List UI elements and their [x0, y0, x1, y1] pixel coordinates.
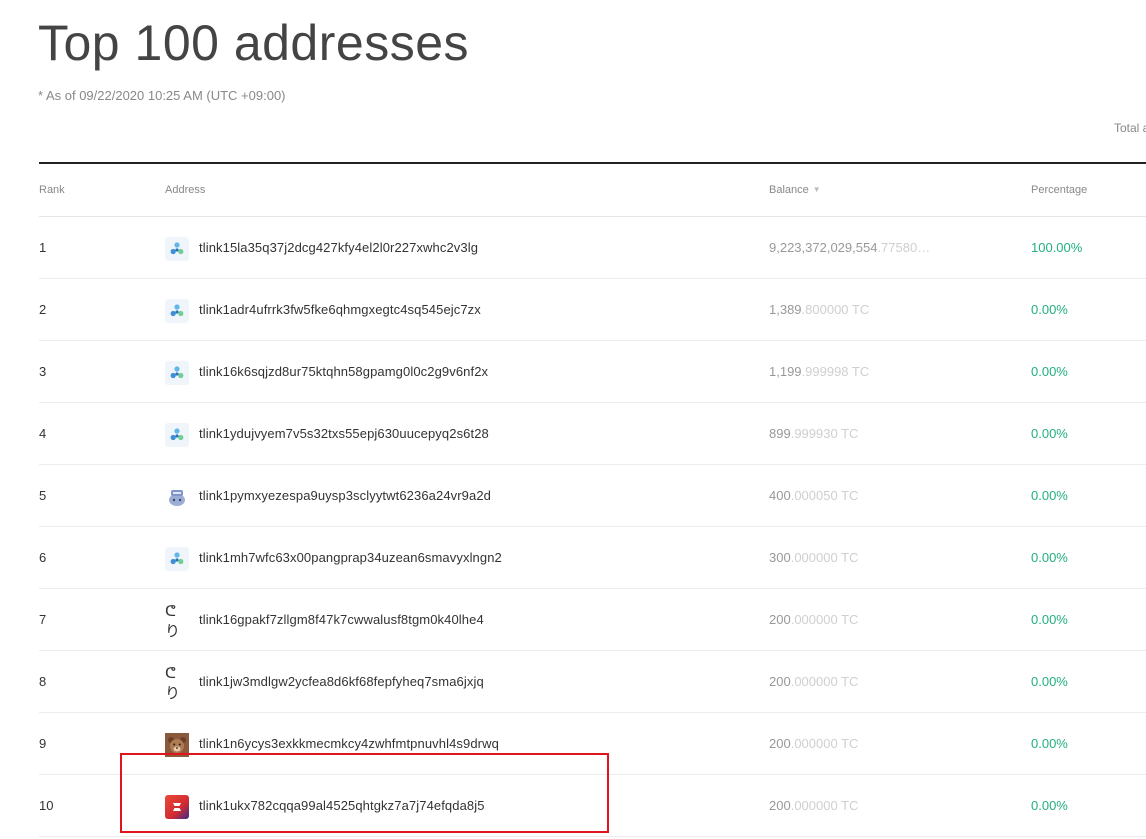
- balance-integer: 899: [769, 426, 791, 441]
- percentage-cell: 0.00%: [1031, 798, 1068, 813]
- rank-cell: 3: [39, 364, 47, 379]
- address-link[interactable]: tlink1pymxyezespa9uysp3sclyytwt6236a24vr…: [199, 488, 491, 503]
- percentage-cell: 0.00%: [1031, 426, 1068, 441]
- address-link[interactable]: tlink16gpakf7zllgm8f47k7cwwalusf8tgm0k40…: [199, 612, 484, 627]
- table-row[interactable]: 7 ᕦり tlink16gpakf7zllgm8f47k7cwwalusf8tgm0…: [39, 589, 1146, 651]
- balance-fraction: .800000 TC: [801, 302, 870, 317]
- address-link[interactable]: tlink15la35q37j2dcg427kfy4el2l0r227xwhc2…: [199, 240, 478, 255]
- balance-integer: 200: [769, 798, 791, 813]
- balance-integer: 9,223,372,029,554: [769, 240, 878, 255]
- balance-integer: 300: [769, 550, 791, 565]
- header-percentage: Percentage: [1031, 184, 1088, 196]
- as-of-timestamp: * As of 09/22/2020 10:25 AM (UTC +09:00): [38, 88, 286, 103]
- script-logo-icon: ᕦり: [165, 663, 181, 702]
- balance-fraction: .999930 TC: [790, 426, 859, 441]
- balance-cell: 9,223,372,029,554.77580…: [769, 240, 930, 255]
- molecule-icon: [165, 423, 189, 447]
- sort-down-icon[interactable]: ▼: [813, 185, 821, 194]
- address-link[interactable]: tlink1adr4ufrrk3fw5fke6qhmgxegtc4sq545ej…: [199, 302, 481, 317]
- rank-cell: 7: [39, 612, 47, 627]
- molecule-icon: [165, 547, 189, 571]
- header-rank: Rank: [39, 184, 65, 196]
- balance-integer: 1,389: [769, 302, 802, 317]
- bear-icon: [165, 733, 189, 757]
- percentage-cell: 0.00%: [1031, 674, 1068, 689]
- table-row[interactable]: 1 tlink15la35q37j2dcg427kfy4el2l0r227xwhc…: [39, 217, 1146, 279]
- address-link[interactable]: tlink1n6ycys3exkkmecmkcy4zwhfmtpnuvhl4s9…: [199, 736, 499, 751]
- percentage-cell: 100.00%: [1031, 240, 1083, 255]
- rank-cell: 1: [39, 240, 47, 255]
- balance-cell: 200.000000 TC: [769, 674, 858, 689]
- table-row[interactable]: 5 tlink1pymxyezespa9uysp3sclyytwt6236a24v…: [39, 465, 1146, 527]
- percentage-cell: 0.00%: [1031, 364, 1068, 379]
- balance-fraction: .000000 TC: [790, 798, 859, 813]
- balance-cell: 200.000000 TC: [769, 736, 858, 751]
- address-link[interactable]: tlink1ukx782cqqa99al4525qhtgkz7a7j74efqd…: [199, 798, 485, 813]
- header-balance[interactable]: Balance ▼: [769, 184, 821, 196]
- percentage-cell: 0.00%: [1031, 488, 1068, 503]
- rank-cell: 5: [39, 488, 47, 503]
- balance-integer: 200: [769, 736, 791, 751]
- balance-fraction: .000000 TC: [790, 736, 859, 751]
- header-balance-label: Balance: [769, 184, 809, 196]
- page: Top 100 addresses * As of 09/22/2020 10:…: [0, 0, 1146, 839]
- balance-cell: 899.999930 TC: [769, 426, 858, 441]
- red-app-icon: [165, 795, 189, 819]
- rank-cell: 4: [39, 426, 47, 441]
- percentage-cell: 0.00%: [1031, 550, 1068, 565]
- balance-fraction: .000000 TC: [790, 550, 859, 565]
- balance-cell: 1,199.999998 TC: [769, 364, 869, 379]
- address-link[interactable]: tlink1mh7wfc63x00pangprap34uzean6smavyxl…: [199, 550, 502, 565]
- balance-integer: 400: [769, 488, 791, 503]
- rank-cell: 9: [39, 736, 47, 751]
- table-body: 1 tlink15la35q37j2dcg427kfy4el2l0r227xwhc…: [39, 217, 1146, 837]
- balance-cell: 300.000000 TC: [769, 550, 858, 565]
- total-label: Total a: [1114, 121, 1146, 135]
- percentage-cell: 0.00%: [1031, 302, 1068, 317]
- script-logo-icon: ᕦり: [165, 601, 181, 640]
- table-row[interactable]: 4 tlink1ydujvyem7v5s32txs55epj630uucepyq2…: [39, 403, 1146, 465]
- table-row[interactable]: 6 tlink1mh7wfc63x00pangprap34uzean6smavyx…: [39, 527, 1146, 589]
- percentage-cell: 0.00%: [1031, 612, 1068, 627]
- table-row[interactable]: 8 ᕦり tlink1jw3mdlgw2ycfea8d6kf68fepfyheq7s…: [39, 651, 1146, 713]
- address-link[interactable]: tlink16k6sqjzd8ur75ktqhn58gpamg0l0c2g9v6…: [199, 364, 488, 379]
- header-address: Address: [165, 184, 206, 196]
- balance-fraction: .000050 TC: [790, 488, 859, 503]
- rank-cell: 10: [39, 798, 54, 813]
- table-header: Rank Address Balance ▼ Percentage: [39, 164, 1146, 217]
- address-link[interactable]: tlink1ydujvyem7v5s32txs55epj630uucepyq2s…: [199, 426, 489, 441]
- percentage-cell: 0.00%: [1031, 736, 1068, 751]
- addresses-table: Rank Address Balance ▼ Percentage 1 tlink1…: [39, 162, 1146, 837]
- balance-fraction: .77580…: [877, 240, 931, 255]
- balance-fraction: .000000 TC: [790, 612, 859, 627]
- balance-integer: 1,199: [769, 364, 802, 379]
- rank-cell: 6: [39, 550, 47, 565]
- balance-cell: 1,389.800000 TC: [769, 302, 869, 317]
- balance-cell: 400.000050 TC: [769, 488, 858, 503]
- molecule-icon: [165, 299, 189, 323]
- table-row[interactable]: 2 tlink1adr4ufrrk3fw5fke6qhmgxegtc4sq545e…: [39, 279, 1146, 341]
- rank-cell: 2: [39, 302, 47, 317]
- balance-integer: 200: [769, 674, 791, 689]
- balance-integer: 200: [769, 612, 791, 627]
- table-row[interactable]: 9 tlink1n6ycys3exkkmecmkcy4zwhfmtpnuvhl4s…: [39, 713, 1146, 775]
- rank-cell: 8: [39, 674, 47, 689]
- balance-fraction: .999998 TC: [801, 364, 870, 379]
- table-row[interactable]: 3 tlink16k6sqjzd8ur75ktqhn58gpamg0l0c2g9v…: [39, 341, 1146, 403]
- table-row[interactable]: 10 tlink1ukx782cqqa99al4525qhtgkz7a7j74ef…: [39, 775, 1146, 837]
- balance-cell: 200.000000 TC: [769, 798, 858, 813]
- balance-fraction: .000000 TC: [790, 674, 859, 689]
- molecule-icon: [165, 237, 189, 261]
- molecule-icon: [165, 361, 189, 385]
- mascot-icon: [165, 485, 189, 509]
- address-link[interactable]: tlink1jw3mdlgw2ycfea8d6kf68fepfyheq7sma6…: [199, 674, 484, 689]
- balance-cell: 200.000000 TC: [769, 612, 858, 627]
- page-title: Top 100 addresses: [38, 15, 470, 71]
